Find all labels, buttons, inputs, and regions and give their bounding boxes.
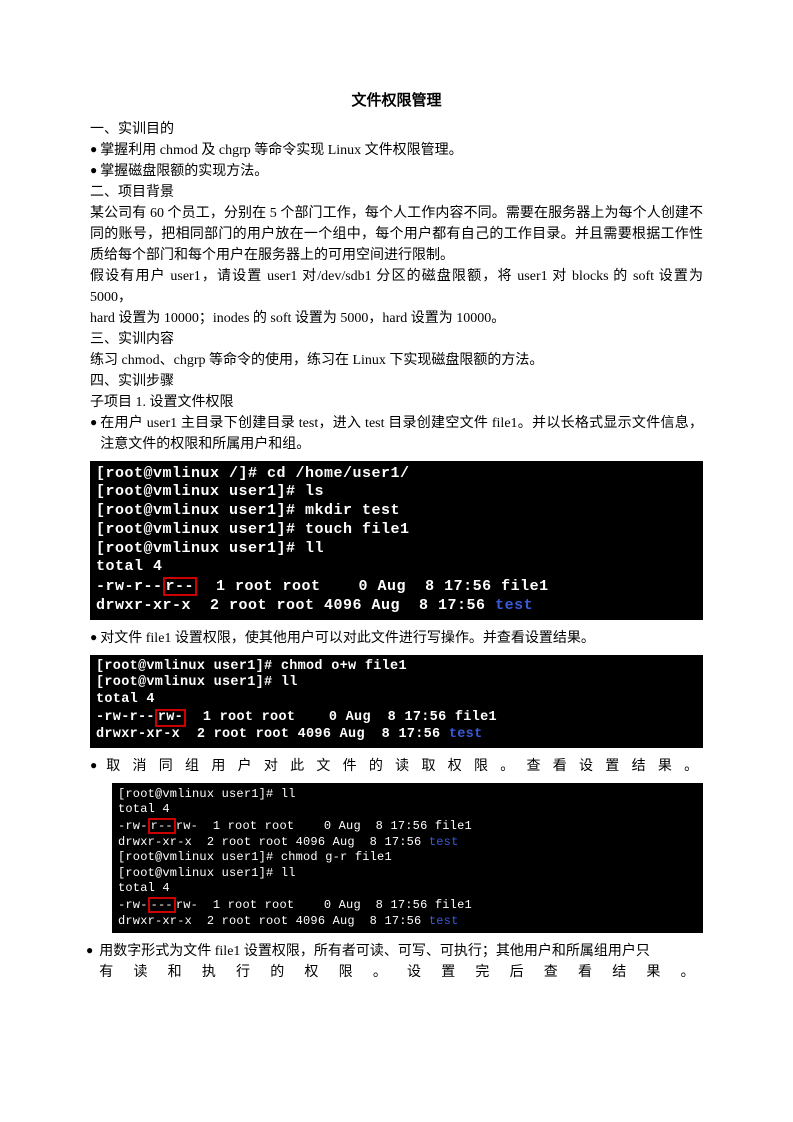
subproj: 子项目 1. 设置文件权限	[90, 392, 703, 413]
step-3: 取消同组用户对此文件的读取权限。查看设置结果。	[106, 756, 703, 777]
terminal-2: [root@vmlinux user1]# chmod o+w file1 [r…	[90, 655, 703, 748]
bullet-icon: ●	[90, 413, 100, 455]
highlight-box: rw-	[155, 709, 186, 727]
highlight-box: ---	[148, 897, 176, 913]
step-2: 对文件 file1 设置权限，使其他用户可以对此文件进行写操作。并查看设置结果。	[90, 628, 703, 649]
step-1: 在用户 user1 主目录下创建目录 test，进入 test 目录创建空文件 …	[100, 413, 703, 455]
section-3: 三、实训内容	[90, 329, 703, 350]
goal-2: 掌握磁盘限额的实现方法。	[90, 161, 703, 182]
section-2: 二、项目背景	[90, 182, 703, 203]
highlight-box: r--	[148, 818, 176, 834]
bullet-icon: ●	[86, 941, 99, 983]
step-4b: 有读和执行的权限。设置完后查看结果。	[99, 962, 703, 983]
step-4a: 用数字形式为文件 file1 设置权限，所有者可读、可写、可执行；其他用户和所属…	[99, 941, 703, 962]
highlight-box: r--	[163, 577, 198, 596]
terminal-3: [root@vmlinux user1]# ll total 4 -rw-r--…	[112, 783, 703, 933]
goal-1: 掌握利用 chmod 及 chgrp 等命令实现 Linux 文件权限管理。	[90, 140, 703, 161]
bg-p2: 假设有用户 user1，请设置 user1 对/dev/sdb1 分区的磁盘限额…	[90, 266, 703, 308]
doc-title: 文件权限管理	[90, 90, 703, 113]
bg-p1: 某公司有 60 个员工，分别在 5 个部门工作，每个人工作内容不同。需要在服务器…	[90, 203, 703, 266]
terminal-1: [root@vmlinux /]# cd /home/user1/ [root@…	[90, 461, 703, 620]
bg-p3: hard 设置为 10000；inodes 的 soft 设置为 5000，ha…	[90, 308, 703, 329]
section-4: 四、实训步骤	[90, 371, 703, 392]
section-1: 一、实训目的	[90, 119, 703, 140]
content-p: 练习 chmod、chgrp 等命令的使用，练习在 Linux 下实现磁盘限额的…	[90, 350, 703, 371]
bullet-icon: ●	[90, 756, 106, 777]
